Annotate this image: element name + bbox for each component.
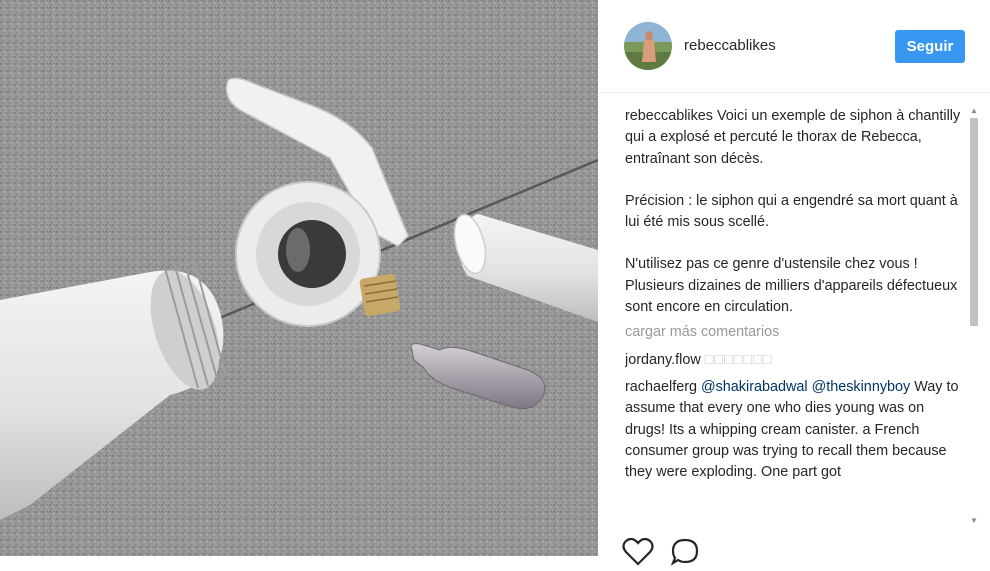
post-photo: [0, 0, 598, 556]
comment-item: jordany.flow □□□□□□□: [625, 350, 965, 371]
comment-username[interactable]: jordany.flow: [625, 352, 701, 368]
scroll-down-arrow-icon[interactable]: ▼: [969, 516, 979, 526]
follow-button[interactable]: Seguir: [895, 30, 965, 63]
comment-username[interactable]: rachaelferg: [625, 379, 697, 395]
heart-icon[interactable]: [622, 537, 654, 571]
caption: rebeccablikes Voici un exemple de siphon…: [625, 106, 965, 170]
load-more-comments-link[interactable]: cargar más comentarios: [625, 322, 965, 343]
post-author-username[interactable]: rebeccablikes: [684, 37, 776, 54]
post-sidebar: rebeccablikes Seguir rebeccablikes Voici…: [598, 0, 990, 566]
avatar[interactable]: [624, 22, 672, 70]
caption-text-p3: N'utilisez pas ce genre d'ustensile chez…: [625, 256, 958, 316]
caption-text-p2: Précision : le siphon qui a engendré sa …: [625, 192, 958, 231]
post-actions: [622, 537, 742, 566]
comment-mention[interactable]: @theskinnyboy: [812, 379, 911, 395]
scrollbar-thumb[interactable]: [970, 118, 978, 326]
comments-list: rebeccablikes Voici un exemple de siphon…: [625, 106, 965, 526]
comment-mention[interactable]: @shakirabadwal: [701, 379, 808, 395]
post-header: rebeccablikes Seguir: [598, 0, 990, 93]
caption-username[interactable]: rebeccablikes: [625, 108, 713, 124]
comments-scrollbar[interactable]: ▲ ▼: [969, 106, 979, 526]
comment-icon[interactable]: [670, 538, 700, 571]
scroll-up-arrow-icon[interactable]: ▲: [969, 106, 979, 116]
comment-item: rachaelferg @shakirabadwal @theskinnyboy…: [625, 377, 965, 483]
comment-text: □□□□□□□: [704, 351, 773, 368]
